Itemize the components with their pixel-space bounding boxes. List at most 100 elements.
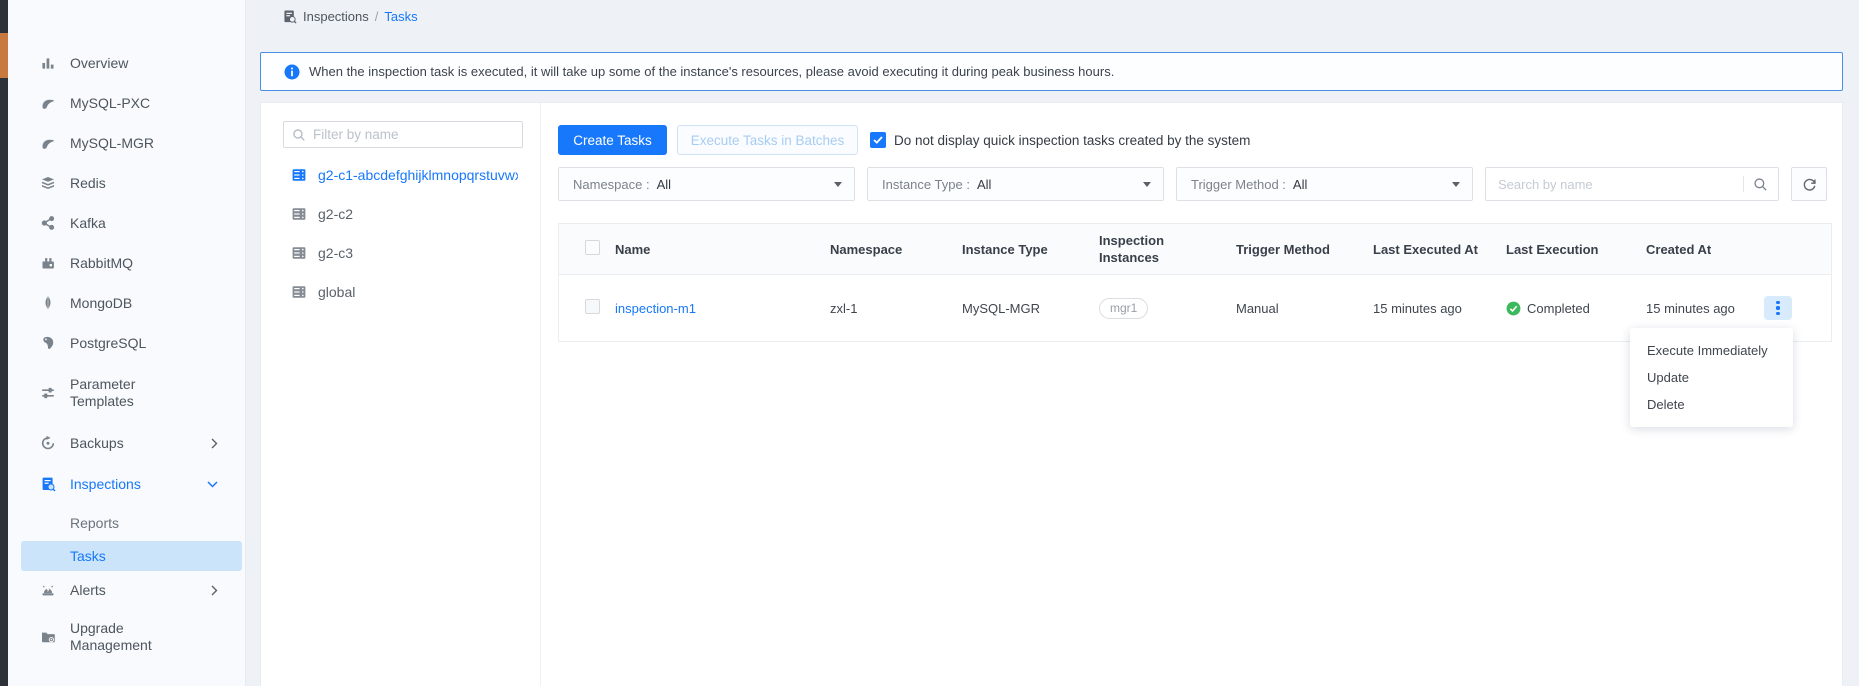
select-label: Trigger Method : [1191, 177, 1286, 192]
tasks-table: Name Namespace Instance Type Inspection … [558, 223, 1832, 342]
window-edge-strip [0, 0, 8, 686]
last-executed-at-cell: 15 minutes ago [1373, 301, 1506, 316]
sidebar-item-label: Overview [70, 55, 202, 72]
server-icon [291, 206, 307, 222]
status-text: Completed [1527, 301, 1590, 316]
breadcrumb-section[interactable]: Inspections [303, 9, 369, 24]
menu-item-delete[interactable]: Delete [1630, 391, 1793, 418]
namespace-select[interactable]: Namespace : All [558, 167, 855, 201]
backups-icon [40, 435, 56, 451]
breadcrumb-separator: / [375, 9, 379, 24]
overview-icon [40, 55, 56, 71]
rabbitmq-icon [40, 255, 56, 271]
menu-item-execute-immediately[interactable]: Execute Immediately [1630, 337, 1793, 364]
server-icon [291, 245, 307, 261]
sidebar-item-postgresql[interactable]: PostgreSQL [8, 323, 245, 363]
chevron-down-icon [207, 481, 218, 488]
sidebar-item-redis[interactable]: Redis [8, 163, 245, 203]
edge-orange-indicator [0, 33, 8, 78]
chevron-right-icon [211, 438, 218, 449]
sidebar-item-label: MongoDB [70, 295, 202, 312]
toolbar: Create Tasks Execute Tasks in Batches Do… [558, 125, 1842, 155]
cluster-filter-input[interactable] [313, 127, 514, 142]
search-by-name-input[interactable] [1498, 177, 1743, 192]
cluster-item-global[interactable]: global [283, 272, 521, 311]
sidebar-item-label: Tasks [70, 548, 106, 564]
inspections-doc-icon [282, 9, 297, 24]
instance-type-cell: MySQL-MGR [962, 301, 1099, 316]
sidebar-item-label: Parameter Templates [70, 376, 202, 410]
refresh-icon [1802, 177, 1817, 192]
cluster-panel: g2-c1-abcdefghijklmnopqrstuvwx... g2-c2 … [261, 103, 541, 686]
sidebar-item-rabbitmq[interactable]: RabbitMQ [8, 243, 245, 283]
column-header-last-execution: Last Execution [1506, 242, 1646, 257]
checkbox-checked-icon[interactable] [870, 132, 886, 148]
sidebar-item-alerts[interactable]: Alerts [8, 571, 245, 609]
sidebar-item-label: PostgreSQL [70, 335, 202, 352]
cluster-item-g2-c1[interactable]: g2-c1-abcdefghijklmnopqrstuvwx... [283, 155, 521, 194]
sidebar-item-inspections[interactable]: Inspections [8, 463, 245, 505]
sidebar-item-label: Kafka [70, 215, 202, 232]
select-value: All [977, 177, 991, 192]
sidebar-item-mongodb[interactable]: MongoDB [8, 283, 245, 323]
task-name-cell: inspection-m1 [615, 301, 830, 316]
sidebar-item-tasks[interactable]: Tasks [21, 541, 242, 571]
breadcrumb: Inspections / Tasks [282, 9, 418, 24]
mysql-icon [40, 135, 56, 151]
info-banner-text: When the inspection task is executed, it… [309, 64, 1114, 79]
refresh-button[interactable] [1791, 167, 1827, 201]
sidebar-item-label: MySQL-MGR [70, 135, 202, 152]
execute-tasks-in-batches-button[interactable]: Execute Tasks in Batches [677, 125, 858, 155]
table-header-row: Name Namespace Instance Type Inspection … [558, 223, 1832, 275]
row-checkbox[interactable] [585, 299, 600, 314]
caret-down-icon [834, 182, 842, 187]
trigger-method-select[interactable]: Trigger Method : All [1176, 167, 1473, 201]
cluster-item-g2-c2[interactable]: g2-c2 [283, 194, 521, 233]
breadcrumb-current[interactable]: Tasks [384, 9, 417, 24]
chevron-right-icon [211, 585, 218, 596]
sidebar-item-overview[interactable]: Overview [8, 43, 245, 83]
menu-item-update[interactable]: Update [1630, 364, 1793, 391]
sidebar-item-label: Upgrade Management [70, 620, 202, 654]
instance-tag: mgr1 [1099, 298, 1148, 319]
alerts-icon [40, 582, 56, 598]
sidebar-item-mysql-mgr[interactable]: MySQL-MGR [8, 123, 245, 163]
create-tasks-button[interactable]: Create Tasks [558, 125, 667, 155]
column-header-name: Name [615, 242, 830, 257]
caret-down-icon [1452, 182, 1460, 187]
mysql-icon [40, 95, 56, 111]
select-label: Namespace : [573, 177, 650, 192]
sidebar-item-label: Inspections [70, 476, 202, 493]
sidebar-item-mysql-pxc[interactable]: MySQL-PXC [8, 83, 245, 123]
task-name-link[interactable]: inspection-m1 [615, 301, 696, 316]
sidebar-item-label: Redis [70, 175, 202, 192]
trigger-method-cell: Manual [1236, 301, 1373, 316]
row-select-cell [559, 299, 615, 317]
sidebar-item-label: Backups [70, 435, 202, 452]
column-header-last-executed-at: Last Executed At [1373, 242, 1506, 257]
cluster-name: g2-c3 [318, 245, 353, 261]
sidebar-item-upgrade-management[interactable]: Upgrade Management [8, 609, 245, 665]
content-area: Inspections / Tasks When the inspection … [247, 0, 1859, 686]
sidebar-item-reports[interactable]: Reports [8, 505, 245, 541]
actions-cell [1756, 296, 1831, 320]
search-icon[interactable] [1753, 177, 1768, 192]
sidebar-item-parameter-templates[interactable]: Parameter Templates [8, 363, 245, 423]
last-execution-cell: Completed [1506, 301, 1646, 316]
filter-row: Namespace : All Instance Type : All Trig… [558, 167, 1842, 201]
sidebar-item-kafka[interactable]: Kafka [8, 203, 245, 243]
sidebar: Overview MySQL-PXC MySQL-MGR Redis Kafka [8, 0, 246, 686]
hide-system-tasks-checkbox-group: Do not display quick inspection tasks cr… [870, 132, 1250, 148]
cluster-item-g2-c3[interactable]: g2-c3 [283, 233, 521, 272]
column-header-inspection-instances: Inspection Instances [1099, 232, 1236, 266]
sidebar-item-label: MySQL-PXC [70, 95, 202, 112]
sidebar-item-backups[interactable]: Backups [8, 423, 245, 463]
kafka-icon [40, 215, 56, 231]
sidebar-item-label: Reports [70, 515, 119, 531]
column-header-instance-type: Instance Type [962, 242, 1099, 257]
select-all-checkbox[interactable] [585, 240, 600, 255]
kebab-menu-button[interactable] [1764, 296, 1792, 320]
search-by-name-box [1485, 167, 1779, 201]
instance-type-select[interactable]: Instance Type : All [867, 167, 1164, 201]
row-actions-menu: Execute Immediately Update Delete [1630, 328, 1793, 427]
